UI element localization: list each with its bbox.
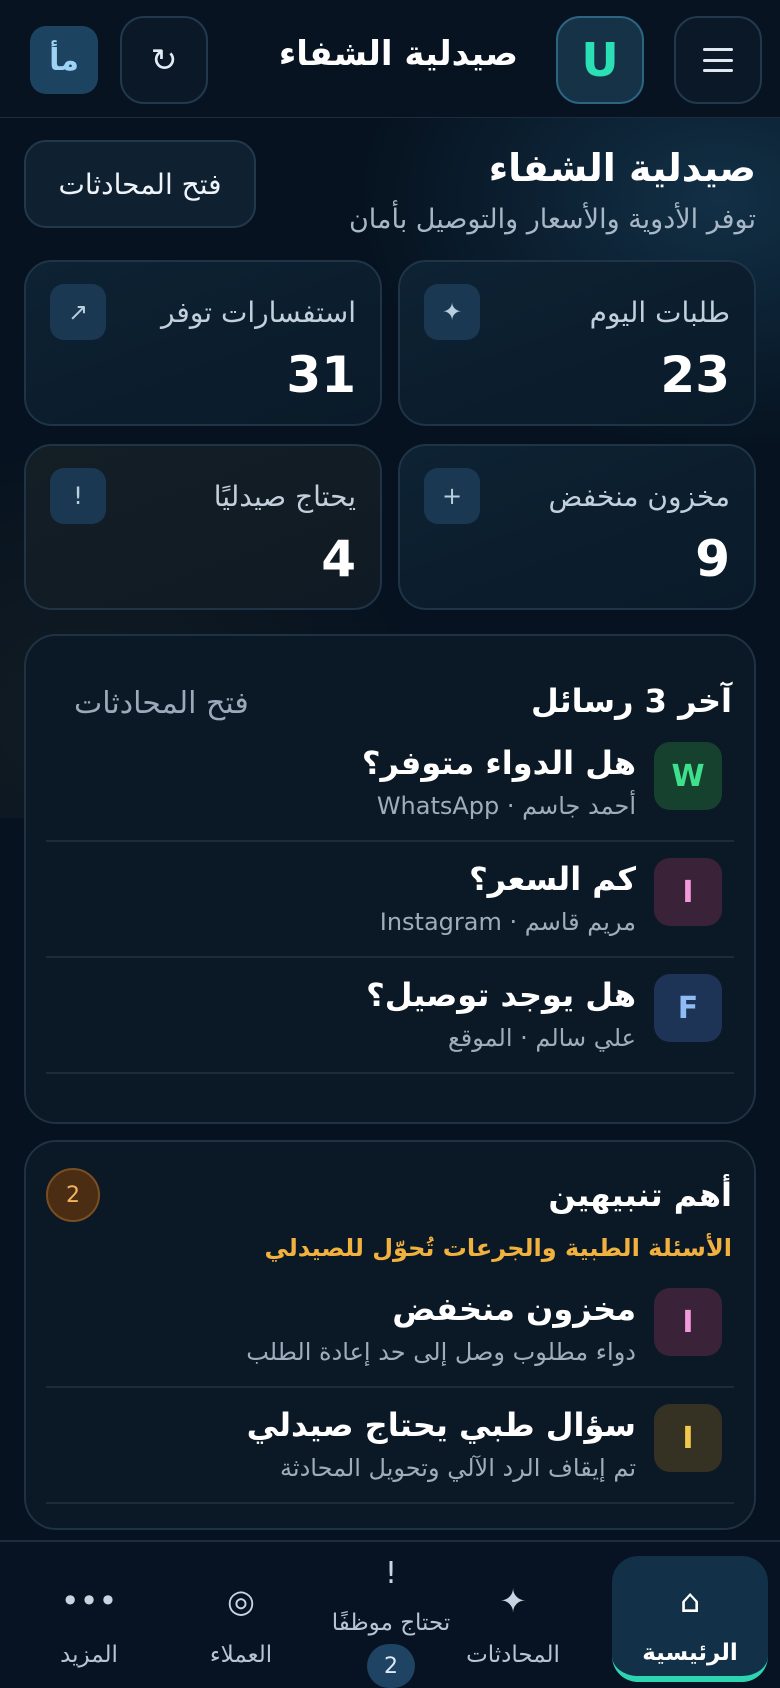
language-button[interactable]: مأ	[30, 26, 98, 94]
nav-label: العملاء	[209, 1642, 273, 1668]
whatsapp-icon: W	[654, 742, 722, 810]
exclamation-icon: !	[50, 468, 106, 524]
alert-row[interactable]: I مخزون منخفض دواء مطلوب وصل إلى حد إعاد…	[46, 1272, 734, 1388]
nav-item-home[interactable]: ⌂ الرئيسية	[612, 1556, 768, 1682]
top-bar: U صيدلية الشفاء ↻ مأ	[0, 0, 780, 118]
open-chats-button[interactable]: فتح المحادثات	[24, 140, 256, 228]
message-row[interactable]: W هل الدواء متوفر؟ أحمد جاسم · WhatsApp	[46, 726, 734, 842]
instagram-icon: I	[654, 858, 722, 926]
app-title: صيدلية الشفاء	[278, 34, 518, 74]
message-row[interactable]: I كم السعر؟ مريم قاسم · Instagram	[46, 842, 734, 958]
exclamation-icon: !	[384, 1556, 398, 1591]
hamburger-icon	[703, 48, 733, 72]
alerts-note: الأسئلة الطبية والجرعات تُحوّل للصيدلي	[264, 1234, 732, 1262]
sparkle-icon: ✦	[424, 284, 480, 340]
bottom-navigation: ⌂ الرئيسية ✦ المحادثات ! تحتاج موظفًا 2 …	[0, 1540, 780, 1688]
language-label: مأ	[49, 42, 79, 78]
alert-title: مخزون منخفض	[392, 1290, 636, 1328]
alerts-count-badge: 2	[46, 1168, 100, 1222]
stat-value: 31	[286, 346, 356, 404]
stat-value: 9	[695, 530, 730, 588]
page-title: صيدلية الشفاء	[488, 146, 756, 190]
home-icon: ⌂	[679, 1582, 701, 1620]
menu-button[interactable]	[674, 16, 762, 104]
nav-item-needs-staff[interactable]: ! تحتاج موظفًا 2	[316, 1542, 466, 1688]
stat-label: يحتاج صيدليًا	[213, 480, 356, 513]
stat-label: طلبات اليوم	[589, 296, 730, 329]
user-avatar-button[interactable]: U	[556, 16, 644, 104]
stat-label: مخزون منخفض	[548, 480, 731, 513]
open-chats-link[interactable]: فتح المحادثات	[74, 686, 249, 721]
alert-row[interactable]: I سؤال طبي يحتاج صيدلي تم إيقاف الرد الآ…	[46, 1388, 734, 1504]
alert-meta: دواء مطلوب وصل إلى حد إعادة الطلب	[246, 1338, 636, 1366]
message-meta: أحمد جاسم · WhatsApp	[376, 792, 636, 820]
stat-card-availability-inquiries[interactable]: استفسارات توفر 31 ↗	[24, 260, 382, 426]
message-meta: مريم قاسم · Instagram	[379, 908, 636, 936]
medical-question-icon: I	[654, 1404, 722, 1472]
stat-label: استفسارات توفر	[160, 296, 356, 329]
refresh-button[interactable]: ↻	[120, 16, 208, 104]
alert-meta: تم إيقاف الرد الآلي وتحويل المحادثة	[280, 1454, 636, 1482]
website-icon: F	[654, 974, 722, 1042]
plus-icon: +	[424, 468, 480, 524]
top-alerts-panel: أهم تنبيهين 2 الأسئلة الطبية والجرعات تُ…	[24, 1140, 756, 1530]
stat-card-today-orders[interactable]: طلبات اليوم 23 ✦	[398, 260, 756, 426]
nav-badge: 2	[367, 1644, 415, 1688]
stat-card-low-stock[interactable]: مخزون منخفض 9 +	[398, 444, 756, 610]
refresh-icon: ↻	[150, 41, 178, 79]
stat-card-needs-pharmacist[interactable]: يحتاج صيدليًا 4 !	[24, 444, 382, 610]
latest-messages-title: آخر 3 رسائل	[531, 682, 732, 720]
alert-title: سؤال طبي يحتاج صيدلي	[246, 1406, 636, 1444]
page-subtitle: توفر الأدوية والأسعار والتوصيل بأمان	[348, 204, 756, 235]
latest-messages-panel: آخر 3 رسائل فتح المحادثات W هل الدواء مت…	[24, 634, 756, 1124]
avatar-letter: U	[581, 33, 619, 87]
customers-icon: ◎	[227, 1582, 255, 1620]
message-row[interactable]: F هل يوجد توصيل؟ علي سالم · الموقع	[46, 958, 734, 1074]
message-title: هل يوجد توصيل؟	[366, 976, 636, 1014]
more-dots-icon: •••	[60, 1582, 118, 1620]
trend-arrow-icon: ↗	[50, 284, 106, 340]
top-alerts-title: أهم تنبيهين	[548, 1176, 732, 1214]
nav-item-customers[interactable]: ◎ العملاء	[166, 1542, 316, 1688]
message-meta: علي سالم · الموقع	[448, 1024, 636, 1052]
nav-label: الرئيسية	[642, 1640, 738, 1666]
nav-label: المزيد	[60, 1642, 118, 1668]
nav-label: تحتاج موظفًا	[331, 1610, 451, 1636]
stat-value: 23	[660, 346, 730, 404]
nav-item-more[interactable]: ••• المزيد	[14, 1542, 164, 1688]
message-title: كم السعر؟	[469, 860, 636, 898]
stat-value: 4	[321, 530, 356, 588]
message-title: هل الدواء متوفر؟	[361, 744, 636, 782]
low-stock-icon: I	[654, 1288, 722, 1356]
